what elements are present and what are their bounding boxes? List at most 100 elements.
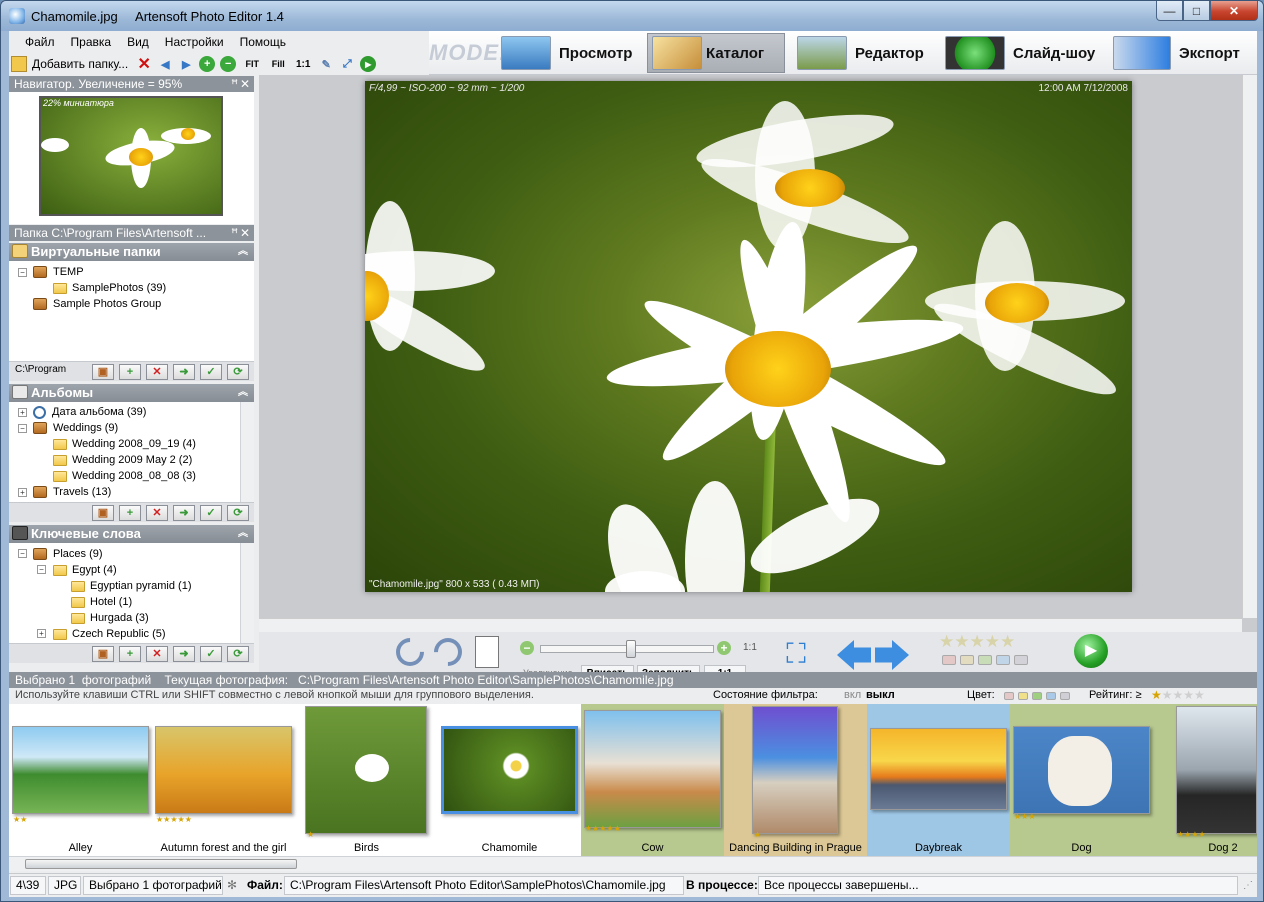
color-swatch[interactable] bbox=[1060, 692, 1070, 700]
navigator-thumbnail[interactable]: 22% миниатюра bbox=[39, 96, 223, 216]
apply-button[interactable]: ✓ bbox=[200, 364, 222, 380]
albums-header[interactable]: Альбомы ︽ bbox=[9, 384, 254, 402]
move-button[interactable]: ➜ bbox=[173, 505, 195, 521]
zoom-slider-thumb[interactable] bbox=[626, 640, 636, 658]
fullscreen-icon[interactable]: ⤢ bbox=[339, 56, 355, 72]
filter-on-toggle[interactable]: вкл bbox=[844, 689, 861, 701]
star-icon[interactable]: ★ bbox=[985, 632, 1000, 651]
thumbnail-dancing-building[interactable]: ★ Dancing Building in Prague bbox=[724, 704, 867, 856]
fit-button[interactable]: FIT bbox=[241, 56, 263, 72]
tree-item[interactable]: Дата альбома (39) bbox=[33, 404, 146, 420]
zoom-in-icon[interactable]: + bbox=[717, 641, 731, 655]
mode-view-button[interactable]: Просмотр bbox=[501, 33, 641, 73]
star-icon[interactable]: ★ bbox=[939, 632, 954, 651]
menu-view[interactable]: Вид bbox=[119, 35, 157, 49]
tree-item[interactable]: SamplePhotos (39) bbox=[53, 280, 166, 296]
keywords-scrollbar[interactable] bbox=[240, 543, 254, 643]
menu-help[interactable]: Помощь bbox=[232, 35, 294, 49]
edit-icon[interactable]: ✎ bbox=[318, 56, 334, 72]
image-viewer[interactable]: F/4,99 ~ ISO-200 ~ 92 mm ~ 1/200 12:00 A… bbox=[259, 75, 1257, 632]
main-photo[interactable]: F/4,99 ~ ISO-200 ~ 92 mm ~ 1/200 12:00 A… bbox=[365, 81, 1132, 592]
rotate-right-icon[interactable] bbox=[428, 632, 468, 672]
zoom-out-icon[interactable]: − bbox=[220, 56, 237, 72]
rotate-left-icon[interactable] bbox=[390, 632, 430, 672]
remove-button[interactable]: ✕ bbox=[146, 505, 168, 521]
expand-toggle[interactable]: + bbox=[18, 408, 27, 417]
arrow-left-icon[interactable]: ◀ bbox=[157, 56, 173, 72]
star-icon[interactable]: ★ bbox=[954, 632, 969, 651]
virtual-folders-header[interactable]: Виртуальные папки ︽ bbox=[9, 243, 254, 261]
thumbnail-daybreak[interactable]: Daybreak bbox=[867, 704, 1010, 856]
expand-toggle[interactable]: + bbox=[18, 488, 27, 497]
previous-arrow-icon[interactable] bbox=[837, 640, 871, 670]
color-labels[interactable] bbox=[942, 654, 1032, 668]
menu-edit[interactable]: Правка bbox=[63, 35, 120, 49]
color-swatch[interactable] bbox=[1046, 692, 1056, 700]
mode-slideshow-button[interactable]: Слайд-шоу bbox=[945, 33, 1101, 73]
tree-item[interactable]: Egyptian pyramid (1) bbox=[71, 578, 192, 594]
star-icon[interactable]: ★ bbox=[1000, 632, 1015, 651]
color-swatch[interactable] bbox=[1018, 692, 1028, 700]
thumbnail-dog-2[interactable]: ★★★★ Dog 2 bbox=[1173, 704, 1257, 856]
star-icon[interactable]: ★ bbox=[970, 632, 985, 651]
add-folder-icon[interactable] bbox=[11, 56, 27, 72]
zoom-out-icon[interactable]: − bbox=[520, 641, 534, 655]
tree-item[interactable]: Weddings (9) bbox=[33, 420, 118, 436]
delete-icon[interactable]: ✕ bbox=[136, 56, 152, 73]
collapse-icon[interactable]: ︽ bbox=[238, 384, 248, 402]
add-button[interactable]: + bbox=[119, 505, 141, 521]
mode-catalog-button[interactable]: Каталог bbox=[647, 33, 785, 73]
new-group-button[interactable]: ▣ bbox=[92, 505, 114, 521]
thumbnail-cow[interactable]: ★★★★★ Cow bbox=[581, 704, 724, 856]
tree-item[interactable]: Travels (13) bbox=[33, 484, 111, 500]
refresh-button[interactable]: ⟳ bbox=[227, 505, 249, 521]
tree-item[interactable]: Wedding 2008_09_19 (4) bbox=[53, 436, 196, 452]
arrow-right-icon[interactable]: ▶ bbox=[178, 56, 194, 72]
menu-settings[interactable]: Настройки bbox=[157, 35, 232, 49]
apply-button[interactable]: ✓ bbox=[200, 505, 222, 521]
slideshow-play-icon[interactable]: ▶ bbox=[1074, 634, 1108, 668]
apply-button[interactable]: ✓ bbox=[200, 646, 222, 662]
thumbnail-alley[interactable]: ★★ Alley bbox=[9, 704, 152, 856]
color-swatch[interactable] bbox=[978, 655, 992, 665]
color-swatch[interactable] bbox=[942, 655, 956, 665]
color-swatch[interactable] bbox=[960, 655, 974, 665]
mode-export-button[interactable]: Экспорт bbox=[1113, 33, 1253, 73]
rating-stars[interactable]: ★★★★★ bbox=[939, 632, 1015, 652]
collapse-icon[interactable]: ︽ bbox=[238, 525, 248, 543]
tree-item[interactable]: Hurgada (3) bbox=[71, 610, 149, 626]
expand-toggle[interactable]: − bbox=[18, 549, 27, 558]
tree-item[interactable]: Hotel (1) bbox=[71, 594, 132, 610]
move-button[interactable]: ➜ bbox=[173, 646, 195, 662]
new-group-button[interactable]: ▣ bbox=[92, 364, 114, 380]
color-swatch[interactable] bbox=[1032, 692, 1042, 700]
add-folder-button[interactable]: Добавить папку... bbox=[32, 57, 128, 71]
menu-file[interactable]: Файл bbox=[9, 35, 63, 49]
add-button[interactable]: + bbox=[119, 646, 141, 662]
fullscreen-icon[interactable]: ⛶ bbox=[780, 640, 812, 672]
mode-editor-button[interactable]: Редактор bbox=[797, 33, 937, 73]
rating-filter-stars[interactable]: ★★★★★ bbox=[1151, 688, 1205, 702]
color-filter[interactable] bbox=[1004, 691, 1074, 703]
thumbnail-autumn-forest[interactable]: ★★★★★ Autumn forest and the girl bbox=[152, 704, 295, 856]
refresh-button[interactable]: ⟳ bbox=[227, 646, 249, 662]
albums-scrollbar[interactable] bbox=[240, 402, 254, 502]
viewer-vscroll[interactable] bbox=[1242, 75, 1257, 618]
panel-close-icon[interactable]: ✕ bbox=[240, 76, 250, 92]
color-swatch[interactable] bbox=[1014, 655, 1028, 665]
thumbnail-birds[interactable]: ★ Birds bbox=[295, 704, 438, 856]
viewer-hscroll[interactable] bbox=[259, 618, 1242, 632]
fill-button[interactable]: Fill bbox=[268, 56, 288, 72]
thumbnail-chamomile[interactable]: Chamomile bbox=[438, 704, 581, 856]
resize-grip-icon[interactable]: ⋰ bbox=[1243, 880, 1253, 891]
collapse-icon[interactable]: ︽ bbox=[238, 243, 248, 261]
tree-item[interactable]: Egypt (4) bbox=[53, 562, 117, 578]
panel-close-icon[interactable]: ✕ bbox=[240, 225, 250, 241]
tree-item[interactable]: Sample Photos Group bbox=[33, 296, 161, 312]
tree-item[interactable]: TEMP bbox=[33, 264, 84, 280]
expand-toggle[interactable]: − bbox=[18, 424, 27, 433]
expand-toggle[interactable]: − bbox=[18, 268, 27, 277]
remove-button[interactable]: ✕ bbox=[146, 646, 168, 662]
new-group-button[interactable]: ▣ bbox=[92, 646, 114, 662]
strip-hscroll[interactable] bbox=[9, 856, 1257, 871]
